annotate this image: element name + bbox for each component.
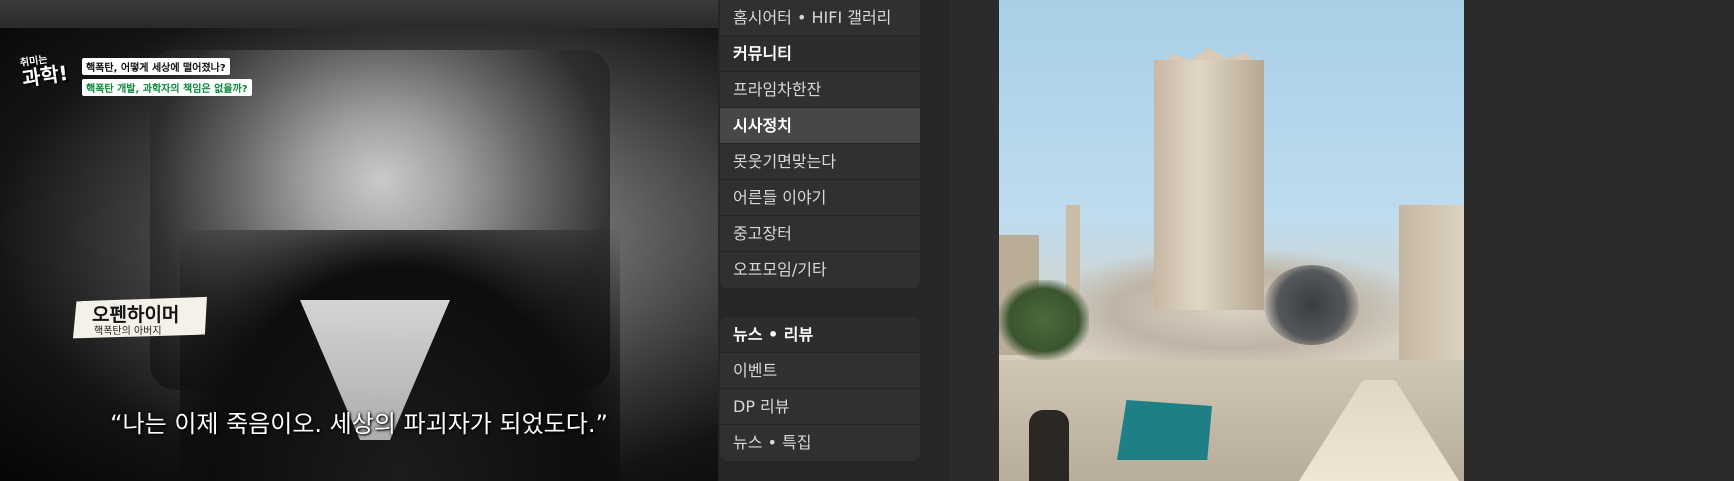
blue-tent (1117, 400, 1212, 460)
caption-tags: 핵폭탄, 어떻게 세상에 떨어졌나? 핵폭탄 개발, 과학자의 책임은 없을까? (82, 56, 252, 98)
menu-item-offline-meetup[interactable]: 오프모임/기타 (720, 252, 920, 288)
menu-item-politics[interactable]: 시사정치 (720, 108, 920, 144)
community-menu: 홈시어터 • HIFI 갤러리 커뮤니티 프라임차한잔 시사정치 못웃기면맞는다… (718, 0, 950, 481)
menu-item-market[interactable]: 중고장터 (720, 216, 920, 252)
person-foreground (1029, 410, 1069, 481)
show-logo: 취미는 과학! (19, 50, 82, 100)
smoke-plume (1264, 265, 1359, 345)
video-top-bar (0, 0, 718, 28)
palm-tree (999, 280, 1089, 360)
menu-item-hifi-gallery[interactable]: 홈시어터 • HIFI 갤러리 (720, 0, 920, 36)
show-logo-title: 과학! (20, 60, 70, 91)
menu-item-event[interactable]: 이벤트 (720, 353, 920, 389)
video-frame-right[interactable] (999, 0, 1464, 481)
menu-header-community[interactable]: 커뮤니티 (720, 36, 920, 72)
menu-item-adult-talk[interactable]: 어른들 이야기 (720, 180, 920, 216)
menu-group-community: 홈시어터 • HIFI 갤러리 커뮤니티 프라임차한잔 시사정치 못웃기면맞는다… (720, 0, 920, 288)
menu-item-prime-tea[interactable]: 프라임차한잔 (720, 72, 920, 108)
collapsing-tower (1154, 60, 1264, 310)
name-card-subtitle: 핵폭탄의 아버지 (94, 326, 162, 337)
caption-tag-2: 핵폭탄 개발, 과학자의 책임은 없을까? (82, 79, 252, 96)
menu-item-dp-review[interactable]: DP 리뷰 (720, 389, 920, 425)
building-right (1399, 205, 1464, 375)
menu-item-news-feature[interactable]: 뉴스 • 특집 (720, 425, 920, 461)
video-subtitle: “나는 이제 죽음이오. 세상의 파괴자가 되었도다.” (110, 410, 608, 438)
menu-item-humor[interactable]: 못웃기면맞는다 (720, 144, 920, 180)
caption-tag-1: 핵폭탄, 어떻게 세상에 떨어졌나? (82, 58, 230, 75)
menu-header-news-review[interactable]: 뉴스 • 리뷰 (720, 317, 920, 353)
video-frame-left[interactable]: 취미는 과학! 핵폭탄, 어떻게 세상에 떨어졌나? 핵폭탄 개발, 과학자의 … (0, 0, 718, 481)
page-background-right (1464, 0, 1734, 481)
menu-group-news: 뉴스 • 리뷰 이벤트 DP 리뷰 뉴스 • 특집 (720, 317, 920, 461)
